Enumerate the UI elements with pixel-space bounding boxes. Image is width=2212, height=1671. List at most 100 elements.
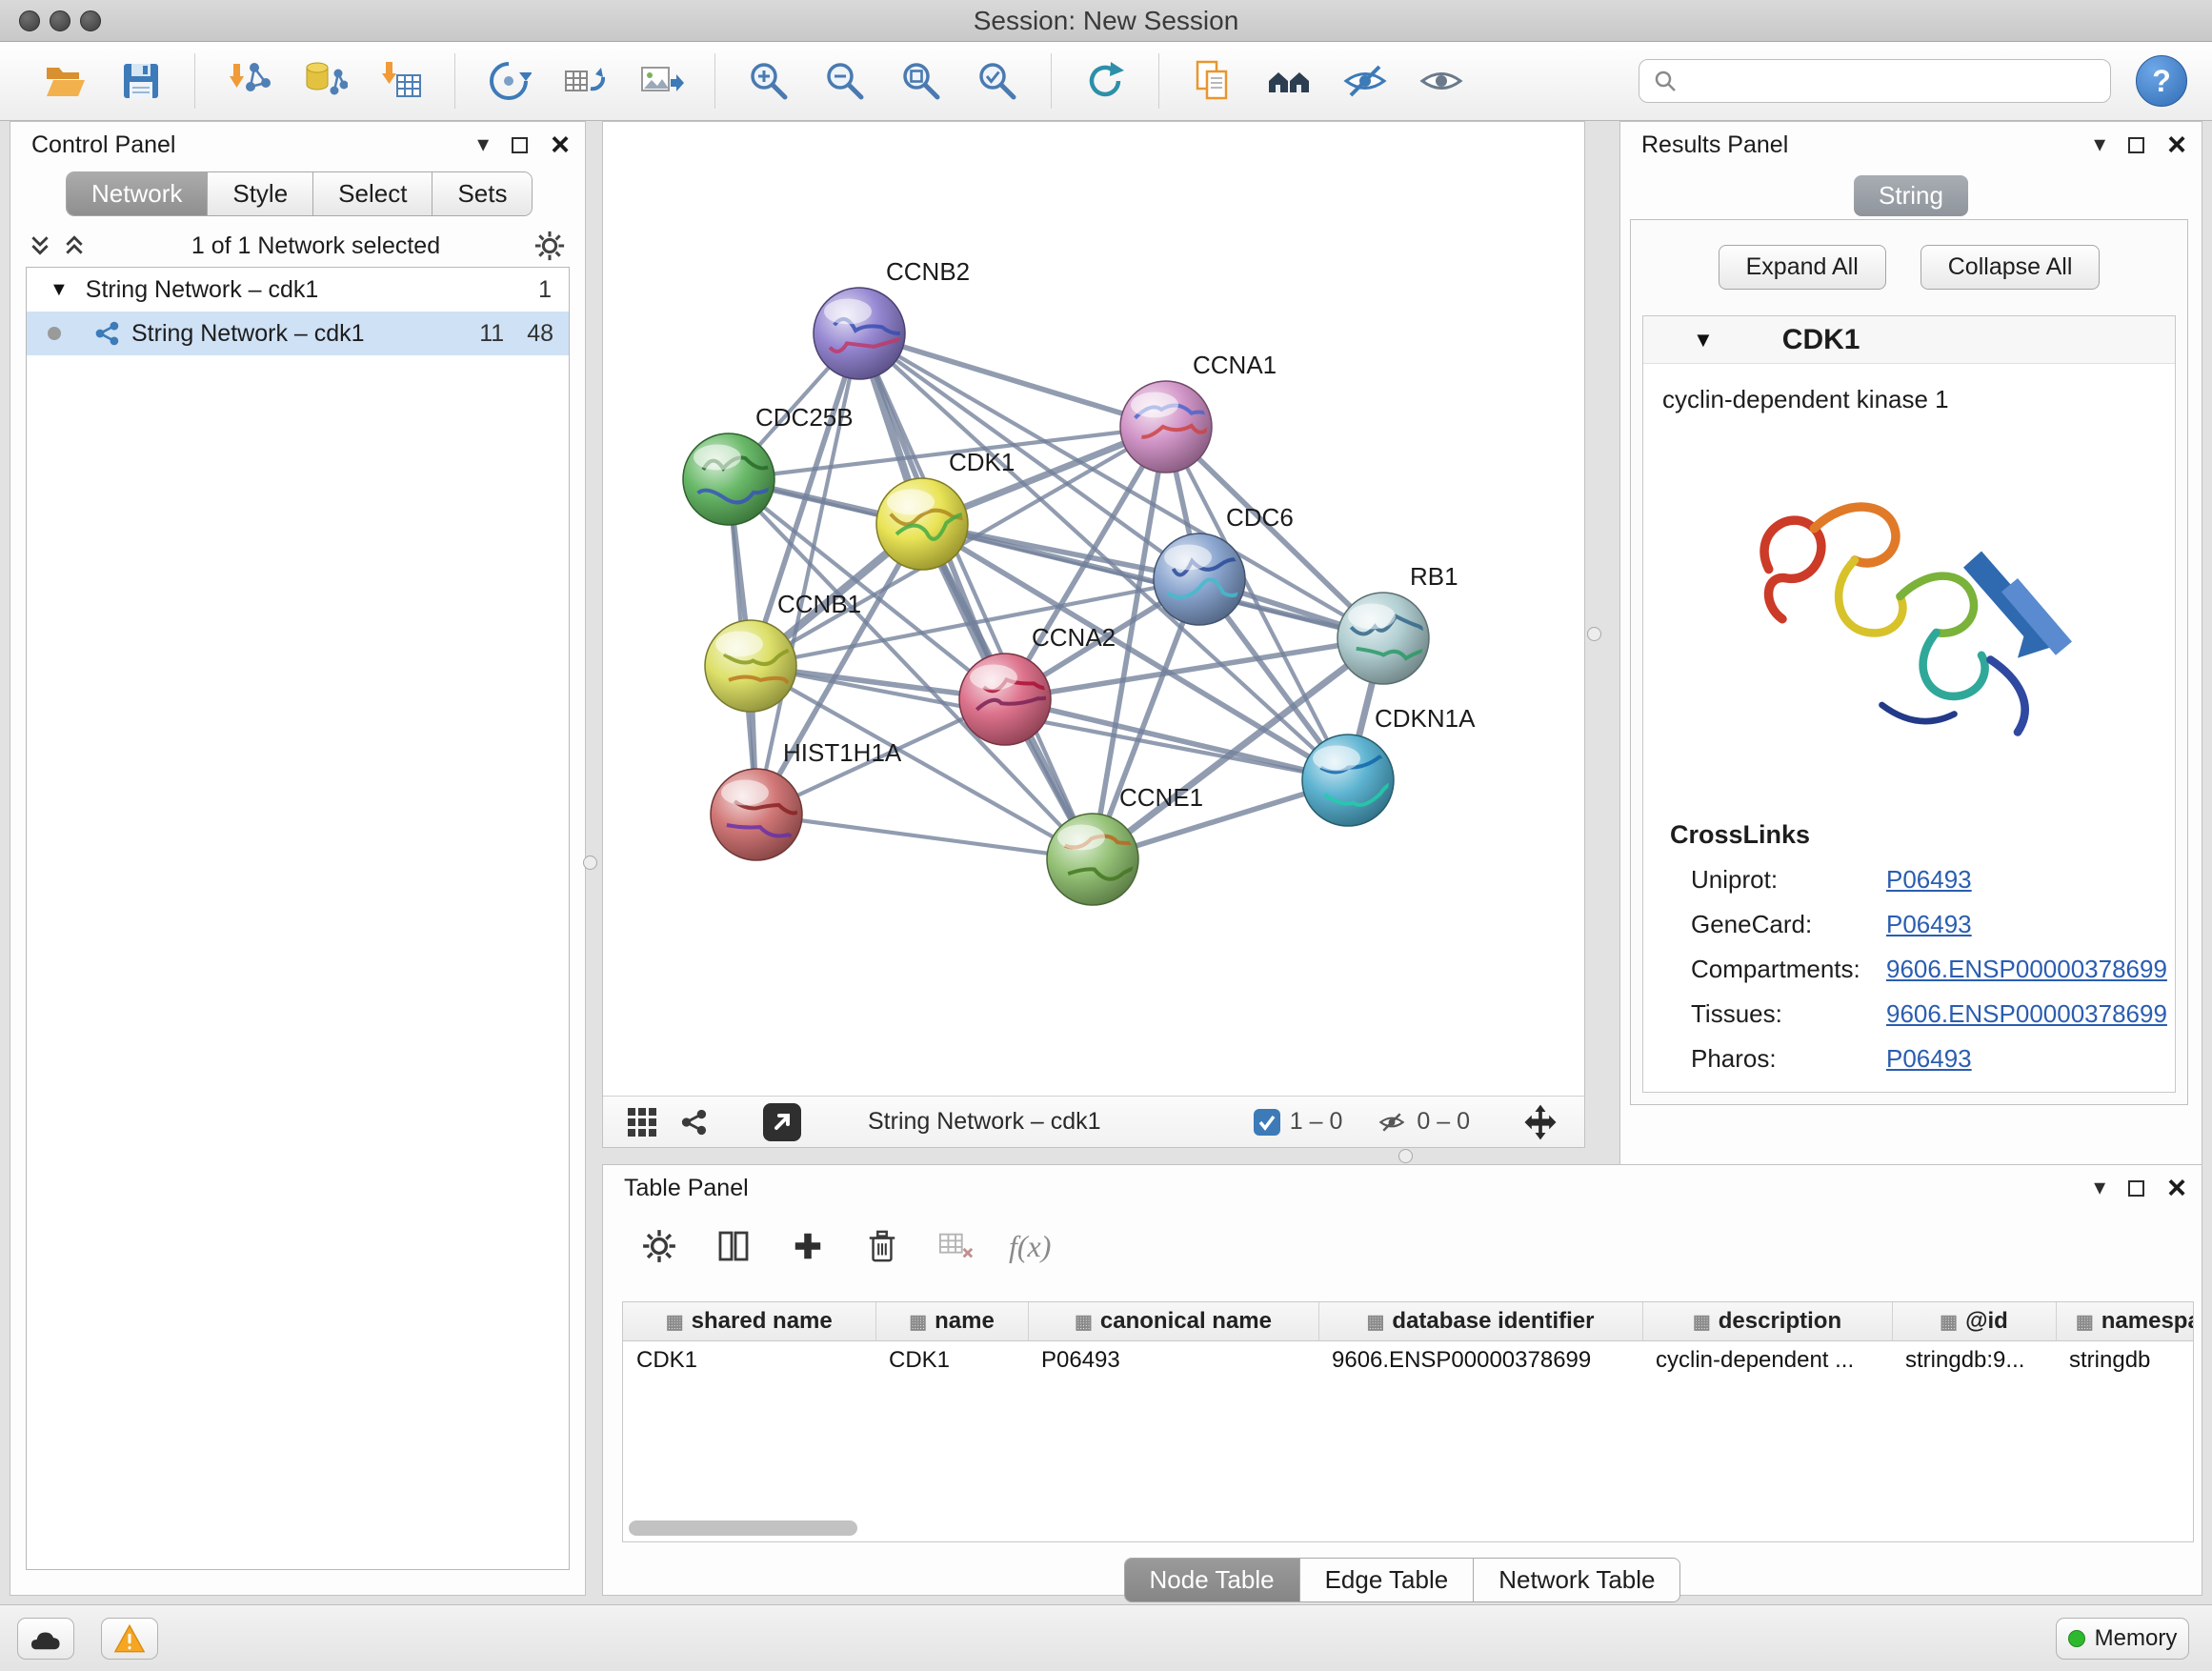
column-header[interactable]: ▦namespac — [2056, 1302, 2194, 1340]
edge-CCNB2-CCNA1[interactable] — [859, 333, 1166, 427]
search-input[interactable] — [1678, 62, 2097, 100]
tab-sets[interactable]: Sets — [432, 172, 532, 215]
tab-node-table[interactable]: Node Table — [1125, 1559, 1300, 1601]
save-session-button[interactable] — [103, 47, 179, 115]
gene-section-header[interactable]: ▼ CDK1 — [1643, 316, 2175, 364]
column-header[interactable]: ▦canonical name — [1028, 1302, 1318, 1340]
show-columns-button[interactable] — [712, 1224, 755, 1268]
horizontal-scrollbar[interactable] — [629, 1520, 1010, 1536]
crosslink-link[interactable]: 9606.ENSP00000378699 — [1886, 999, 2167, 1029]
table-cell[interactable]: stringdb:9... — [1892, 1340, 2056, 1380]
delete-column-button[interactable] — [860, 1224, 904, 1268]
tab-network[interactable]: Network — [67, 172, 208, 215]
network-node-CDKN1A[interactable]: CDKN1A — [1302, 704, 1476, 826]
open-session-button[interactable] — [27, 47, 103, 115]
memory-button[interactable]: Memory — [2056, 1618, 2189, 1660]
table-cell[interactable]: CDK1 — [623, 1340, 875, 1380]
zoom-fit-button[interactable] — [883, 47, 959, 115]
close-panel-icon[interactable]: × — [2167, 129, 2186, 161]
create-column-button[interactable] — [786, 1224, 830, 1268]
network-node-CCNE1[interactable]: CCNE1 — [1047, 783, 1203, 905]
collapse-all-icon[interactable] — [30, 234, 50, 257]
show-graphics-details-button[interactable] — [1403, 47, 1479, 115]
close-panel-icon[interactable]: × — [2167, 1172, 2186, 1204]
crosslink-link[interactable]: 9606.ENSP00000378699 — [1886, 955, 2167, 984]
pan-tool-button[interactable] — [1519, 1101, 1561, 1143]
splitter-toggle[interactable] — [1398, 1149, 1413, 1163]
import-network-from-database-button[interactable] — [287, 47, 363, 115]
network-options-gear-icon[interactable] — [533, 230, 566, 262]
warnings-button[interactable] — [101, 1618, 158, 1660]
network-node-HIST1H1A[interactable]: HIST1H1A — [711, 738, 902, 860]
expand-all-button[interactable]: Expand All — [1719, 245, 1886, 290]
zoom-out-button[interactable] — [807, 47, 883, 115]
table-settings-button[interactable] — [637, 1224, 681, 1268]
refresh-layout-button[interactable] — [1067, 47, 1143, 115]
table-cell[interactable]: P06493 — [1028, 1340, 1318, 1380]
undock-panel-icon[interactable] — [512, 137, 528, 153]
table-cell[interactable]: CDK1 — [875, 1340, 1028, 1380]
collapse-all-button[interactable]: Collapse All — [1920, 245, 2101, 290]
splitter-toggle[interactable] — [583, 856, 597, 870]
network-node-CDC6[interactable]: CDC6 — [1154, 503, 1294, 625]
table-cell[interactable]: cyclin-dependent ... — [1642, 1340, 1892, 1380]
panel-menu-icon[interactable]: ▾ — [2094, 133, 2105, 156]
edge-CCNB2-CCNE1[interactable] — [859, 333, 1093, 859]
table-cell[interactable]: stringdb — [2056, 1340, 2194, 1380]
tab-network-table[interactable]: Network Table — [1474, 1559, 1679, 1601]
function-builder-button[interactable]: f(x) — [1009, 1229, 1051, 1264]
scrollbar-thumb[interactable] — [629, 1520, 857, 1536]
copy-document-button[interactable] — [1175, 47, 1251, 115]
tab-edge-table[interactable]: Edge Table — [1300, 1559, 1475, 1601]
expand-all-icon[interactable] — [64, 234, 85, 257]
cloud-button[interactable] — [17, 1618, 74, 1660]
network-row-selected[interactable]: String Network – cdk1 11 48 — [27, 312, 569, 355]
table-cell[interactable]: 9606.ENSP00000378699 — [1318, 1340, 1642, 1380]
network-node-CDC25B[interactable]: CDC25B — [683, 403, 854, 525]
import-network-icon — [226, 58, 271, 104]
network-collection-row[interactable]: ▼ String Network – cdk1 1 — [27, 268, 569, 312]
selected-checkbox[interactable] — [1254, 1109, 1280, 1136]
undock-panel-icon[interactable] — [2128, 1180, 2144, 1197]
column-header[interactable]: ▦@id — [1892, 1302, 2056, 1340]
network-canvas[interactable]: CCNB2CCNA1CDC25BCDK1CDC6RB1CCNB1CCNA2CDK… — [603, 122, 1584, 1096]
export-view-button[interactable] — [763, 1103, 801, 1141]
network-from-table-button[interactable] — [547, 47, 623, 115]
table-row[interactable]: CDK1 CDK1 P06493 9606.ENSP00000378699 cy… — [623, 1340, 2194, 1380]
network-node-CDK1[interactable]: CDK1 — [876, 448, 1015, 570]
column-header[interactable]: ▦description — [1642, 1302, 1892, 1340]
column-header[interactable]: ▦name — [875, 1302, 1028, 1340]
string-tab-badge[interactable]: String — [1854, 175, 1968, 216]
undock-panel-icon[interactable] — [2128, 137, 2144, 153]
network-node-CCNA1[interactable]: CCNA1 — [1120, 351, 1277, 473]
import-table-from-file-button[interactable] — [363, 47, 439, 115]
close-panel-icon[interactable]: × — [551, 129, 570, 161]
network-node-RB1[interactable]: RB1 — [1337, 562, 1459, 684]
crosslink-link[interactable]: P06493 — [1886, 865, 1972, 895]
splitter-toggle[interactable] — [1587, 627, 1601, 641]
tree-expand-icon[interactable]: ▼ — [50, 279, 69, 301]
panel-menu-icon[interactable]: ▾ — [2094, 1177, 2105, 1199]
import-network-from-file-button[interactable] — [211, 47, 287, 115]
crosslink-link[interactable]: P06493 — [1886, 1044, 1972, 1074]
zoom-in-button[interactable] — [731, 47, 807, 115]
column-type-icon: ▦ — [1367, 1312, 1385, 1333]
crosslink-link[interactable]: P06493 — [1886, 910, 1972, 939]
string-view-button[interactable] — [679, 1109, 708, 1136]
home-button[interactable] — [1251, 47, 1327, 115]
tab-style[interactable]: Style — [208, 172, 313, 215]
help-button[interactable]: ? — [2136, 55, 2187, 107]
column-header[interactable]: ▦database identifier — [1318, 1302, 1642, 1340]
zoom-selected-button[interactable] — [959, 47, 1036, 115]
network-merge-button[interactable] — [471, 47, 547, 115]
section-collapse-icon[interactable]: ▼ — [1693, 328, 1714, 352]
panel-menu-icon[interactable]: ▾ — [477, 133, 489, 156]
delete-table-button-disabled[interactable] — [935, 1224, 978, 1268]
export-image-button[interactable] — [623, 47, 699, 115]
birdseye-view-button[interactable] — [628, 1108, 656, 1137]
hidden-toggle[interactable] — [1377, 1109, 1407, 1136]
edge-HIST1H1A-CCNE1[interactable] — [756, 815, 1093, 859]
tab-select[interactable]: Select — [313, 172, 432, 215]
column-header[interactable]: ▦shared name — [623, 1302, 875, 1340]
hide-graphics-details-button[interactable] — [1327, 47, 1403, 115]
